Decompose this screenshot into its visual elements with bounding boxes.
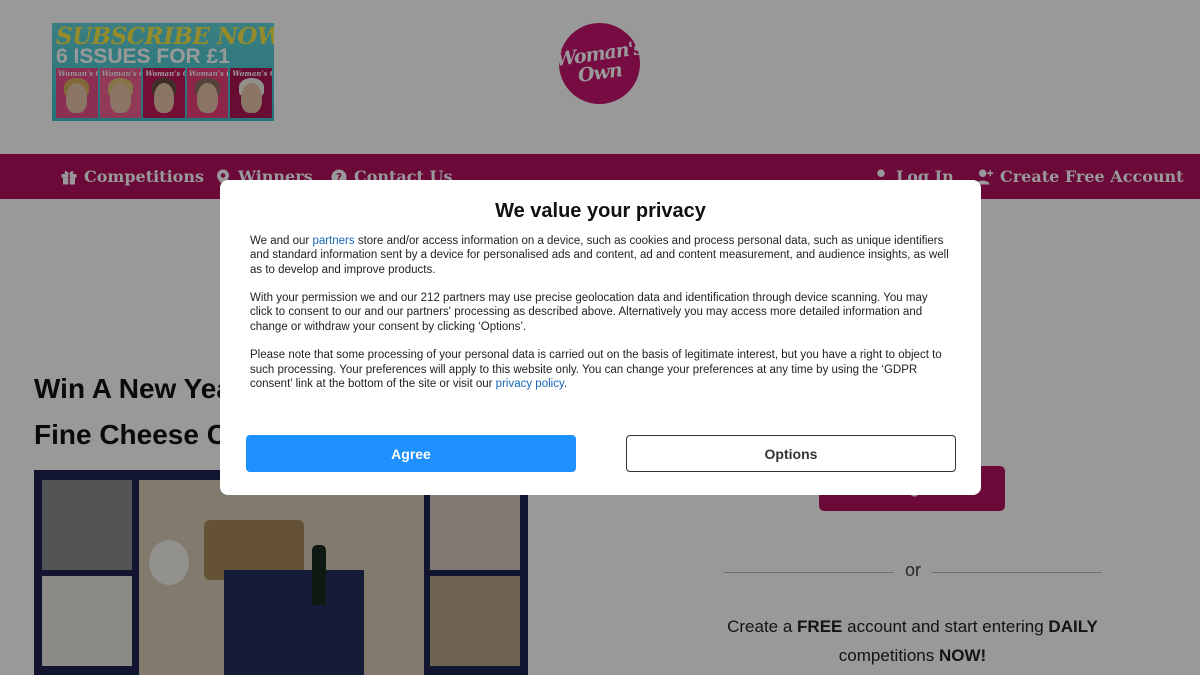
options-button[interactable]: Options bbox=[626, 435, 956, 472]
privacy-policy-link[interactable]: privacy policy bbox=[496, 378, 564, 390]
consent-title: We value your privacy bbox=[495, 200, 706, 222]
consent-body: We and our partners store and/or access … bbox=[250, 234, 952, 406]
privacy-consent-dialog: We value your privacy We and our partner… bbox=[220, 180, 981, 495]
consent-paragraph-2: With your permission we and our 212 part… bbox=[250, 292, 928, 333]
partners-link[interactable]: partners bbox=[312, 235, 354, 247]
agree-button[interactable]: Agree bbox=[246, 435, 576, 472]
consent-paragraph-1: We and our partners store and/or access … bbox=[250, 235, 949, 276]
consent-paragraph-3: Please note that some processing of your… bbox=[250, 349, 942, 390]
